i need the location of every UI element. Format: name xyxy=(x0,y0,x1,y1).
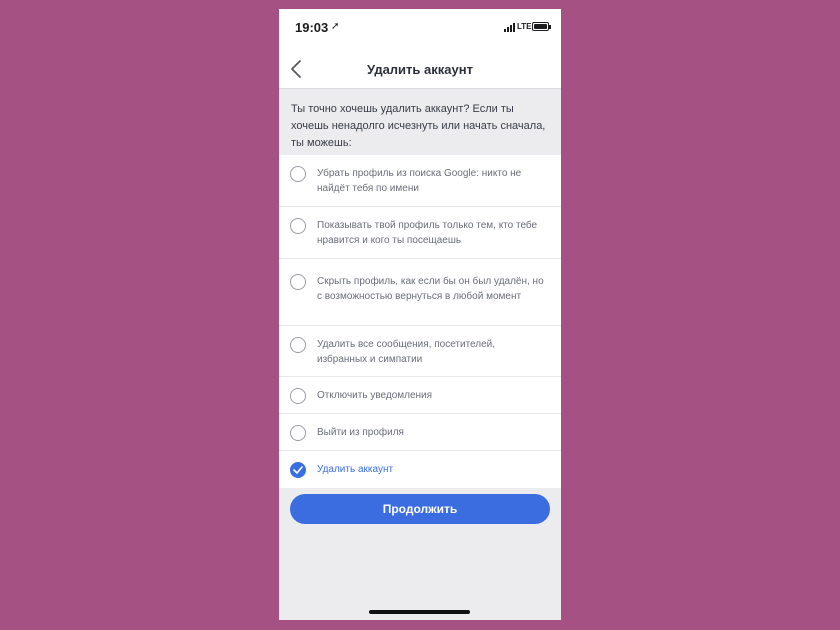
option-delete-account[interactable]: Удалить аккаунт xyxy=(279,451,561,488)
radio-unchecked-icon[interactable] xyxy=(290,218,306,234)
option-log-out[interactable]: Выйти из профиля xyxy=(279,414,561,451)
phone-screen: 19:03 ➚ LTE Удалить аккаунт Ты точно хоч… xyxy=(279,9,561,620)
radio-unchecked-icon[interactable] xyxy=(290,274,306,290)
signal-icon xyxy=(504,23,516,32)
radio-unchecked-icon[interactable] xyxy=(290,425,306,441)
intro-text: Ты точно хочешь удалить аккаунт? Если ты… xyxy=(291,103,546,149)
option-label: Выйти из профиля xyxy=(317,427,404,438)
network-label: LTE xyxy=(517,22,532,31)
option-show-profile-to-liked[interactable]: Показывать твой профиль только тем, кто … xyxy=(279,207,561,259)
home-indicator xyxy=(369,610,470,614)
option-remove-from-google[interactable]: Убрать профиль из поиска Google: никто н… xyxy=(279,155,561,207)
radio-unchecked-icon[interactable] xyxy=(290,166,306,182)
option-label: Удалить все сообщения, посетителей, избр… xyxy=(317,339,496,365)
status-time: 19:03 xyxy=(295,20,329,35)
location-arrow-icon: ➚ xyxy=(331,21,340,32)
option-label: Удалить аккаунт xyxy=(317,464,394,475)
radio-checked-icon[interactable] xyxy=(290,462,306,478)
continue-button[interactable]: Продолжить xyxy=(290,494,550,524)
option-label: Скрыть профиль, как если бы он был удалё… xyxy=(317,276,544,302)
option-label: Отключить уведомления xyxy=(317,390,433,401)
option-disable-notifications[interactable]: Отключить уведомления xyxy=(279,377,561,414)
options-list: Убрать профиль из поиска Google: никто н… xyxy=(279,155,561,488)
option-delete-messages[interactable]: Удалить все сообщения, посетителей, избр… xyxy=(279,326,561,377)
option-label: Убрать профиль из поиска Google: никто н… xyxy=(317,168,522,194)
page-title: Удалить аккаунт xyxy=(367,62,473,77)
navigation-bar: Удалить аккаунт xyxy=(279,49,561,89)
radio-unchecked-icon[interactable] xyxy=(290,388,306,404)
option-hide-profile[interactable]: Скрыть профиль, как если бы он был удалё… xyxy=(279,259,561,326)
status-bar: 19:03 ➚ LTE xyxy=(279,9,561,49)
battery-icon xyxy=(532,22,551,31)
radio-unchecked-icon[interactable] xyxy=(290,337,306,353)
option-label: Показывать твой профиль только тем, кто … xyxy=(317,220,538,246)
